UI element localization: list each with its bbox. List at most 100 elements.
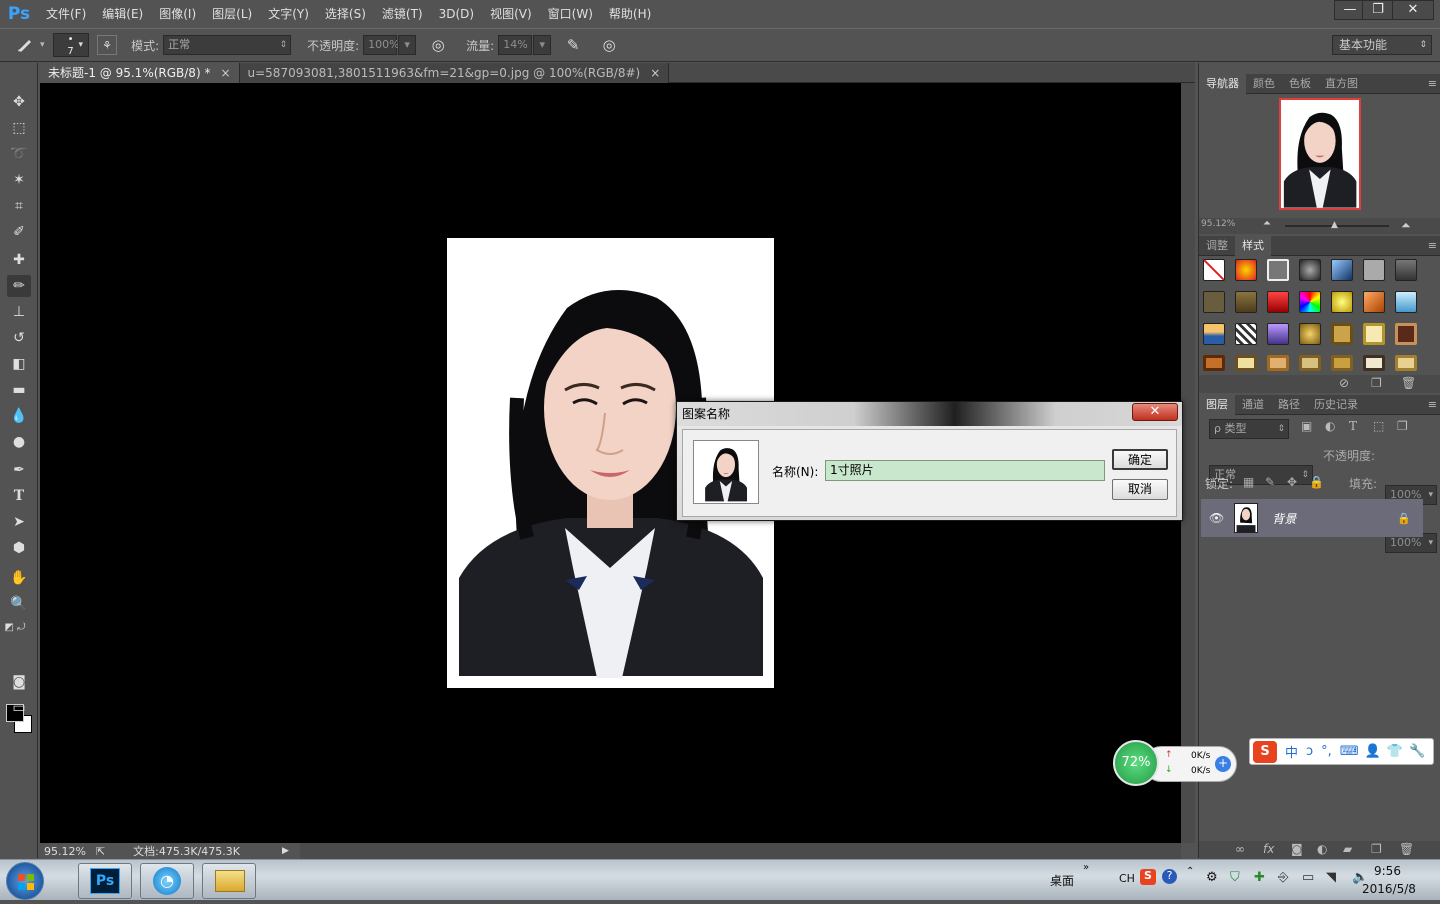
user-icon[interactable]: 👤 — [1365, 744, 1381, 759]
tab-styles[interactable]: 样式 — [1235, 235, 1271, 256]
healing-brush-tool-icon[interactable]: ✚ — [7, 249, 31, 271]
help-tray-icon[interactable]: ? — [1162, 869, 1177, 884]
pressure-size-icon[interactable]: ◎ — [597, 33, 621, 57]
history-brush-tool-icon[interactable]: ↺ — [7, 327, 31, 349]
network-speed-widget[interactable]: 72% ↑ ↓ 0K/s 0K/s + — [1113, 740, 1239, 786]
tab-untitled-1[interactable]: 未标题-1 @ 95.1%(RGB/8) * × — [40, 63, 240, 83]
close-tab-icon[interactable]: × — [650, 66, 660, 80]
navigator-zoom-value[interactable]: 95.12% — [1201, 219, 1235, 229]
tab-paths[interactable]: 路径 — [1271, 395, 1307, 415]
tab-adjustments[interactable]: 调整 — [1199, 236, 1235, 256]
lock-paint-icon[interactable]: ✎ — [1265, 475, 1275, 489]
style-swatch[interactable] — [1363, 291, 1385, 313]
opacity-field[interactable]: 100% — [363, 35, 400, 55]
menu-help[interactable]: 帮助(H) — [601, 0, 659, 28]
brush-size-picker[interactable]: • 7 — [52, 33, 89, 57]
brush-panel-toggle-icon[interactable]: ⚘ — [97, 35, 118, 55]
layer-style-fx-icon[interactable]: fx — [1263, 842, 1274, 856]
expand-toolbar-icon[interactable]: » — [1083, 862, 1089, 873]
opacity-dropdown[interactable]: ▾ — [398, 35, 417, 55]
brush-tool-icon[interactable]: ✏ — [7, 275, 31, 297]
eyedropper-tool-icon[interactable]: ✐ — [7, 221, 31, 243]
move-tool-icon[interactable]: ✥ — [7, 91, 31, 113]
network-tray-icon[interactable]: ⚙ — [1206, 870, 1218, 885]
filter-adjustment-icon[interactable]: ◐ — [1325, 419, 1335, 433]
screen-mode-icon[interactable]: ▭ — [7, 697, 31, 719]
gradient-tool-icon[interactable]: ▬ — [7, 379, 31, 401]
style-swatch[interactable] — [1235, 355, 1257, 371]
style-swatch[interactable] — [1331, 291, 1353, 313]
magic-wand-tool-icon[interactable]: ✶ — [7, 169, 31, 191]
filter-smart-icon[interactable]: ❐ — [1397, 419, 1408, 433]
menu-view[interactable]: 视图(V) — [482, 0, 540, 28]
vertical-scrollbar[interactable] — [1181, 83, 1195, 843]
add-icon[interactable]: + — [1215, 756, 1231, 772]
tab-history[interactable]: 历史记录 — [1307, 395, 1365, 415]
ime-chinese-mode[interactable]: 中 — [1285, 742, 1298, 761]
clock-time[interactable]: 9:56 — [1374, 864, 1401, 878]
airbrush-icon[interactable]: ✎ — [561, 33, 585, 57]
style-swatch[interactable] — [1395, 323, 1417, 345]
style-swatch[interactable] — [1235, 291, 1257, 313]
panel-menu-icon[interactable]: ≡ — [1428, 77, 1437, 90]
pen-tool-icon[interactable]: ✒ — [7, 459, 31, 481]
blur-tool-icon[interactable]: 💧 — [7, 405, 31, 427]
zoom-out-icon[interactable]: ⏶ — [1263, 218, 1271, 229]
style-none-swatch[interactable] — [1203, 259, 1225, 281]
trash-icon[interactable]: 🗑 — [1401, 376, 1416, 390]
zoom-in-icon[interactable]: ⏶ — [1401, 218, 1411, 233]
style-swatch[interactable] — [1235, 259, 1257, 281]
lock-transparent-icon[interactable]: ▦ — [1243, 475, 1254, 489]
layer-row-background[interactable]: 👁 背景 🔒 — [1201, 499, 1423, 537]
share-icon[interactable]: ⇱ — [96, 845, 105, 858]
tab-swatches[interactable]: 色板 — [1282, 74, 1318, 94]
menu-edit[interactable]: 编辑(E) — [94, 0, 151, 28]
horizontal-scrollbar[interactable] — [300, 843, 1181, 859]
menu-type[interactable]: 文字(Y) — [260, 0, 317, 28]
marquee-tool-icon[interactable]: ⬚ — [7, 117, 31, 139]
style-swatch[interactable] — [1299, 355, 1321, 371]
start-button[interactable] — [6, 862, 44, 900]
adjustment-layer-icon[interactable]: ◐ — [1317, 842, 1327, 856]
display-tray-icon[interactable]: ▭ — [1302, 870, 1314, 885]
style-swatch[interactable] — [1267, 323, 1289, 345]
style-swatch[interactable] — [1203, 355, 1225, 371]
new-group-icon[interactable]: ▰ — [1343, 842, 1352, 856]
style-swatch[interactable] — [1299, 259, 1321, 281]
menu-filter[interactable]: 滤镜(T) — [374, 0, 431, 28]
style-swatch[interactable] — [1331, 259, 1353, 281]
style-swatch[interactable] — [1331, 323, 1353, 345]
tab-navigator[interactable]: 导航器 — [1199, 73, 1246, 94]
menu-window[interactable]: 窗口(W) — [540, 0, 601, 28]
style-swatch[interactable] — [1203, 291, 1225, 313]
menu-image[interactable]: 图像(I) — [151, 0, 204, 28]
style-swatch[interactable] — [1363, 259, 1385, 281]
restore-button[interactable]: ❐ — [1362, 0, 1394, 20]
zoom-tool-icon[interactable]: 🔍 — [7, 593, 31, 615]
new-style-icon[interactable]: ❐ — [1371, 376, 1382, 390]
shape-tool-icon[interactable]: ⬢ — [7, 537, 31, 559]
punctuation-icon[interactable]: °, — [1321, 744, 1332, 759]
dialog-close-button[interactable]: ✕ — [1132, 403, 1178, 421]
clone-stamp-tool-icon[interactable]: ⊥ — [7, 301, 31, 323]
style-swatch[interactable] — [1395, 355, 1417, 371]
filter-type-icon[interactable]: T — [1349, 419, 1357, 433]
clock-date[interactable]: 2016/5/8 — [1362, 882, 1416, 896]
panel-menu-icon[interactable]: ≡ — [1428, 398, 1437, 411]
link-layers-icon[interactable]: ∞ — [1235, 842, 1245, 856]
close-tab-icon[interactable]: × — [220, 66, 230, 80]
moon-icon[interactable]: ↄ — [1306, 744, 1313, 759]
menu-3d[interactable]: 3D(D) — [431, 0, 482, 28]
style-swatch[interactable] — [1331, 355, 1353, 371]
taskbar-browser-button[interactable]: ◔ — [140, 863, 194, 899]
sogou-tray-icon[interactable]: S — [1140, 869, 1156, 885]
ok-button[interactable]: 确定 — [1112, 449, 1168, 470]
style-swatch[interactable] — [1203, 323, 1225, 345]
style-swatch[interactable] — [1395, 259, 1417, 281]
style-swatch[interactable] — [1267, 259, 1289, 281]
layer-filter-select[interactable]: ρ 类型 ⇕ — [1209, 419, 1289, 439]
filter-shape-icon[interactable]: ⬚ — [1373, 419, 1384, 433]
style-swatch[interactable] — [1363, 323, 1385, 345]
menu-layer[interactable]: 图层(L) — [204, 0, 260, 28]
cancel-button[interactable]: 取消 — [1112, 479, 1168, 500]
